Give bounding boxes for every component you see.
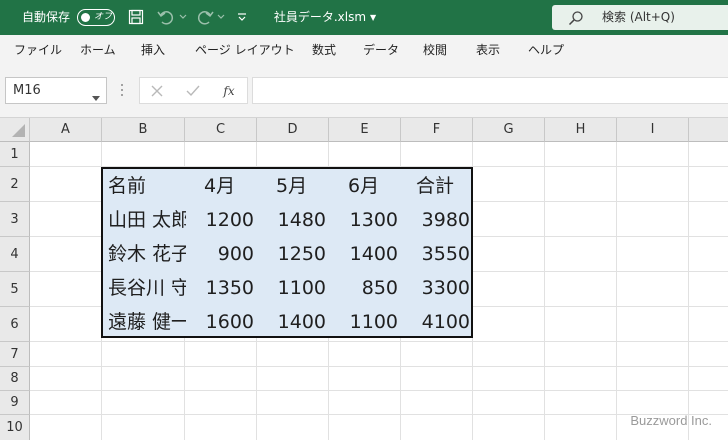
select-all-corner[interactable] bbox=[0, 118, 30, 142]
select-all-icon bbox=[12, 124, 25, 137]
gridline bbox=[544, 142, 545, 440]
cell-jun[interactable]: 1100 bbox=[330, 305, 402, 339]
cell-jun[interactable]: 1400 bbox=[330, 237, 402, 271]
chevron-down-icon: ▼ bbox=[370, 13, 377, 22]
gridline bbox=[616, 142, 617, 440]
tab-insert[interactable]: 挿入 bbox=[141, 43, 165, 58]
name-box[interactable]: M16 bbox=[5, 77, 107, 104]
tab-help[interactable]: ヘルプ bbox=[528, 43, 564, 58]
cell-jun[interactable]: 850 bbox=[330, 271, 402, 305]
tab-home[interactable]: ホーム bbox=[80, 43, 116, 58]
gridline bbox=[30, 414, 728, 415]
cell-apr[interactable]: 1600 bbox=[186, 305, 258, 339]
formula-bar-grip-icon bbox=[121, 82, 124, 98]
cell-total[interactable]: 3980 bbox=[402, 203, 472, 237]
tab-view[interactable]: 表示 bbox=[476, 43, 500, 58]
cell-name[interactable]: 遠藤 健一 bbox=[103, 305, 186, 339]
insert-function-icon[interactable]: fx bbox=[220, 83, 238, 99]
formula-input[interactable] bbox=[252, 77, 728, 104]
column-header-f[interactable]: F bbox=[401, 118, 473, 142]
row-header-2[interactable]: 2 bbox=[0, 167, 30, 202]
row-header-7[interactable]: 7 bbox=[0, 342, 30, 367]
data-range[interactable]: 名前 4月 5月 6月 合計 山田 太郎 1200 1480 1300 3980… bbox=[101, 167, 473, 338]
tab-page-layout[interactable]: ページ レイアウト bbox=[195, 43, 295, 58]
gridline bbox=[30, 366, 728, 367]
ribbon-tabs: ファイル ホーム 挿入 ページ レイアウト 数式 データ 校閲 表示 ヘルプ bbox=[0, 35, 728, 66]
column-header-j[interactable]: J bbox=[689, 118, 728, 142]
header-cell-may[interactable]: 5月 bbox=[271, 169, 331, 203]
search-box[interactable]: 検索 (Alt+Q) bbox=[552, 5, 728, 30]
cell-may[interactable]: 1400 bbox=[258, 305, 330, 339]
cell-total[interactable]: 3550 bbox=[402, 237, 472, 271]
cell-apr[interactable]: 900 bbox=[186, 237, 258, 271]
row-header-3[interactable]: 3 bbox=[0, 202, 30, 237]
column-header-i[interactable]: I bbox=[617, 118, 689, 142]
gridline bbox=[30, 341, 728, 342]
row-header-5[interactable]: 5 bbox=[0, 272, 30, 307]
column-header-h[interactable]: H bbox=[545, 118, 617, 142]
search-icon bbox=[568, 10, 584, 30]
cell-may[interactable]: 1480 bbox=[258, 203, 330, 237]
cell-may[interactable]: 1100 bbox=[258, 271, 330, 305]
cell-name[interactable]: 山田 太郎 bbox=[103, 203, 186, 237]
row-header-6[interactable]: 6 bbox=[0, 307, 30, 342]
cancel-icon[interactable] bbox=[148, 83, 166, 99]
row-header-4[interactable]: 4 bbox=[0, 237, 30, 272]
tab-file[interactable]: ファイル bbox=[14, 43, 62, 58]
tab-data[interactable]: データ bbox=[363, 43, 399, 58]
column-header-d[interactable]: D bbox=[257, 118, 329, 142]
title-bar: 自動保存 オフ 社員データ.xlsm ▼ 検索 (Alt+Q) bbox=[0, 0, 728, 35]
chevron-down-icon[interactable] bbox=[92, 87, 100, 106]
gridline bbox=[688, 142, 689, 440]
column-header-a[interactable]: A bbox=[30, 118, 102, 142]
tab-review[interactable]: 校閲 bbox=[423, 43, 447, 58]
document-filename: 社員データ.xlsm bbox=[273, 10, 367, 24]
row-header-10[interactable]: 10 bbox=[0, 415, 30, 440]
header-cell-total[interactable]: 合計 bbox=[411, 169, 471, 203]
row-header-9[interactable]: 9 bbox=[0, 391, 30, 415]
header-cell-jun[interactable]: 6月 bbox=[343, 169, 403, 203]
header-cell-name[interactable]: 名前 bbox=[103, 169, 186, 203]
column-header-g[interactable]: G bbox=[473, 118, 545, 142]
formula-buttons: fx bbox=[139, 77, 248, 104]
column-header-c[interactable]: C bbox=[185, 118, 257, 142]
cell-jun[interactable]: 1300 bbox=[330, 203, 402, 237]
header-cell-apr[interactable]: 4月 bbox=[199, 169, 259, 203]
cell-may[interactable]: 1250 bbox=[258, 237, 330, 271]
column-header-e[interactable]: E bbox=[329, 118, 401, 142]
enter-check-icon[interactable] bbox=[184, 83, 202, 99]
formula-bar: M16 fx bbox=[0, 66, 728, 118]
cell-total[interactable]: 4100 bbox=[402, 305, 472, 339]
gridline bbox=[30, 390, 728, 391]
name-box-value: M16 bbox=[13, 83, 41, 98]
cell-total[interactable]: 3300 bbox=[402, 271, 472, 305]
tab-formulas[interactable]: 数式 bbox=[312, 43, 336, 58]
cell-name[interactable]: 鈴木 花子 bbox=[103, 237, 186, 271]
search-placeholder: 検索 (Alt+Q) bbox=[602, 10, 675, 24]
cell-name[interactable]: 長谷川 守 bbox=[103, 271, 186, 305]
cell-apr[interactable]: 1350 bbox=[186, 271, 258, 305]
row-header-8[interactable]: 8 bbox=[0, 367, 30, 391]
cell-apr[interactable]: 1200 bbox=[186, 203, 258, 237]
column-header-b[interactable]: B bbox=[102, 118, 185, 142]
watermark: Buzzword Inc. bbox=[630, 413, 712, 428]
row-header-1[interactable]: 1 bbox=[0, 142, 30, 167]
